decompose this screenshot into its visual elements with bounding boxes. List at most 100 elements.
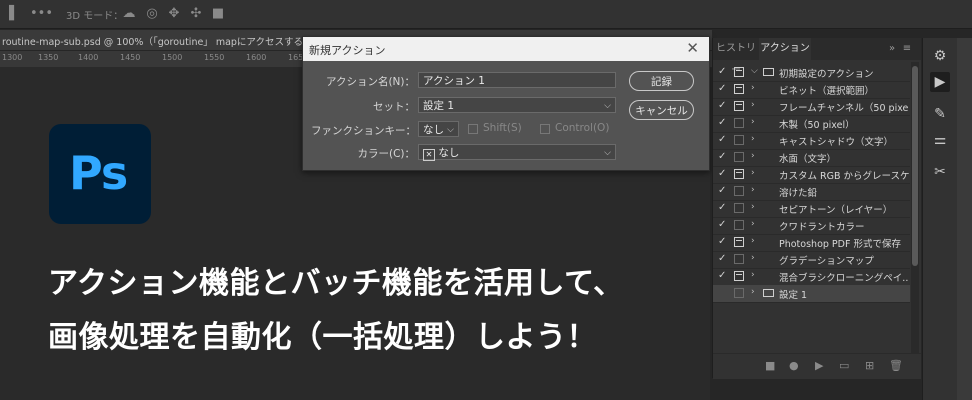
function-key-select[interactable]: なし ⌵ — [418, 121, 459, 137]
chevron-right-icon[interactable]: › — [751, 100, 755, 110]
dialog-title-bar[interactable]: 新規アクション ✕ — [303, 37, 709, 61]
ruler-tick: 1500 — [162, 53, 183, 62]
toggle-item-checkmark-icon[interactable]: ✓ — [718, 100, 726, 111]
chevron-right-icon[interactable]: › — [751, 134, 755, 144]
3d-roll-icon[interactable]: ◎ — [143, 5, 161, 23]
action-row[interactable]: ✓ › 木製（50 pixel） — [713, 115, 910, 133]
toggle-item-checkmark-icon[interactable]: ✓ — [718, 202, 726, 213]
chevron-right-icon[interactable]: › — [751, 151, 755, 161]
toggle-dialog-icon[interactable] — [734, 118, 744, 128]
chevron-right-icon[interactable]: › — [751, 270, 755, 280]
panel-scrollbar[interactable] — [911, 62, 919, 362]
toggle-dialog-icon[interactable] — [734, 186, 744, 196]
toggle-dialog-icon[interactable] — [734, 203, 744, 213]
chevron-right-icon[interactable]: › — [751, 202, 755, 212]
chevron-right-icon[interactable]: › — [751, 219, 755, 229]
3d-mode-label: 3D モード： — [66, 11, 124, 22]
play-icon[interactable]: ▶ — [815, 359, 823, 372]
stop-icon[interactable]: ■ — [765, 359, 775, 372]
action-row[interactable]: ✓ › フレームチャンネル（50 pixel） — [713, 98, 910, 116]
scrollbar-thumb[interactable] — [912, 66, 918, 266]
control-checkbox[interactable] — [540, 124, 550, 134]
3d-slide-icon[interactable]: ✣ — [187, 5, 205, 23]
action-row[interactable]: ✓ › クワドラントカラー — [713, 217, 910, 235]
more-options-icon[interactable]: ••• — [30, 5, 53, 23]
color-select[interactable]: ✕ なし ⌵ — [418, 144, 616, 161]
toggle-dialog-icon[interactable] — [734, 135, 744, 145]
toggle-dialog-icon[interactable] — [734, 237, 744, 247]
panel-menu-icon[interactable]: ≡ — [899, 38, 915, 60]
action-row[interactable]: ✓ › ビネット（選択範囲） — [713, 81, 910, 99]
toggle-item-checkmark-icon[interactable]: ✓ — [718, 219, 726, 230]
toggle-dialog-icon[interactable] — [734, 101, 744, 111]
toggle-dialog-icon[interactable] — [734, 288, 744, 298]
chevron-right-icon[interactable]: › — [751, 168, 755, 178]
toggle-dialog-icon[interactable] — [734, 220, 744, 230]
cancel-button[interactable]: キャンセル — [629, 100, 694, 120]
action-row[interactable]: ✓ › 溶けた鉛 — [713, 183, 910, 201]
toggle-item-checkmark-icon[interactable]: ✓ — [718, 168, 726, 179]
collapse-panel-icon[interactable]: » — [885, 38, 899, 60]
action-name-input[interactable]: アクション 1 — [418, 72, 616, 88]
chevron-right-icon[interactable]: › — [751, 287, 755, 297]
3d-scale-icon[interactable]: ■ — [209, 5, 227, 23]
action-label: Photoshop PDF 形式で保存 — [779, 239, 901, 250]
chevron-down-icon[interactable]: ⌵ — [751, 66, 758, 76]
ruler-tick: 1600 — [246, 53, 267, 62]
set-label: セット： — [373, 101, 415, 113]
tool-presets-icon[interactable]: ✂ — [930, 162, 950, 182]
chevron-right-icon[interactable]: › — [751, 185, 755, 195]
color-value: なし — [438, 147, 460, 159]
action-set-row[interactable]: › 設定 1 — [713, 285, 910, 303]
shift-checkbox[interactable] — [468, 124, 478, 134]
action-row[interactable]: ✓ › Photoshop PDF 形式で保存 — [713, 234, 910, 252]
record-icon[interactable]: ● — [789, 359, 799, 372]
tab-history[interactable]: ヒストリー — [713, 38, 759, 76]
action-set-row[interactable]: ✓ ⌵ 初期設定のアクション — [713, 64, 910, 82]
toggle-item-checkmark-icon[interactable]: ✓ — [718, 151, 726, 162]
toggle-item-checkmark-icon[interactable]: ✓ — [718, 83, 726, 94]
history-icon[interactable]: ⚙ — [930, 46, 950, 66]
toggle-dialog-icon[interactable] — [734, 254, 744, 264]
3d-pan-icon[interactable]: ✥ — [165, 5, 183, 23]
action-row[interactable]: ✓ › グラデーションマップ — [713, 251, 910, 269]
toggle-dialog-icon[interactable] — [734, 84, 744, 94]
toggle-dialog-icon[interactable] — [734, 169, 744, 179]
toggle-item-checkmark-icon[interactable]: ✓ — [718, 66, 726, 77]
shift-label: Shift(S) — [483, 122, 522, 134]
brush-icon[interactable]: ✎ — [930, 104, 950, 124]
toggle-item-checkmark-icon[interactable]: ✓ — [718, 117, 726, 128]
chevron-right-icon[interactable]: › — [751, 236, 755, 246]
toggle-item-checkmark-icon[interactable]: ✓ — [718, 185, 726, 196]
action-row[interactable]: ✓ › 水面（文字） — [713, 149, 910, 167]
new-action-icon[interactable]: ⊞ — [865, 359, 874, 372]
toggle-item-checkmark-icon[interactable]: ✓ — [718, 134, 726, 145]
toggle-item-checkmark-icon[interactable]: ✓ — [718, 236, 726, 247]
tab-actions[interactable]: アクション — [759, 38, 811, 60]
chevron-right-icon[interactable]: › — [751, 253, 755, 263]
new-set-folder-icon[interactable]: ▭ — [839, 359, 849, 372]
toggle-item-checkmark-icon[interactable]: ✓ — [718, 253, 726, 264]
ruler-tick: 1400 — [78, 53, 99, 62]
chevron-right-icon[interactable]: › — [751, 117, 755, 127]
close-icon[interactable]: ✕ — [686, 39, 699, 57]
brush-settings-icon[interactable]: ⚌ — [930, 130, 950, 150]
action-row[interactable]: ✓ › カスタム RGB からグレースケ... — [713, 166, 910, 184]
headline-line-2: 画像処理を自動化（一括処理）しよう！ — [48, 320, 597, 355]
chevron-right-icon[interactable]: › — [751, 83, 755, 93]
toggle-dialog-icon[interactable] — [734, 152, 744, 162]
panel-toggle-icon[interactable]: ▐ — [0, 5, 18, 23]
trash-icon[interactable]: 🗑 — [889, 359, 903, 372]
set-select[interactable]: 設定 1 ⌵ — [418, 97, 616, 113]
ruler-tick: 1450 — [120, 53, 141, 62]
action-row[interactable]: ✓ › キャストシャドウ（文字） — [713, 132, 910, 150]
toggle-dialog-icon[interactable] — [734, 67, 744, 77]
record-button[interactable]: 記録 — [629, 71, 694, 91]
toggle-dialog-icon[interactable] — [734, 271, 744, 281]
action-row[interactable]: ✓ › 混合ブラシクローニングペイ... — [713, 268, 910, 286]
3d-orbit-icon[interactable]: ☁ — [120, 5, 138, 23]
toggle-item-checkmark-icon[interactable]: ✓ — [718, 270, 726, 281]
action-row[interactable]: ✓ › セピアトーン（レイヤー） — [713, 200, 910, 218]
actions-play-icon[interactable]: ▶ — [930, 72, 950, 92]
action-label: グラデーションマップ — [779, 256, 874, 267]
